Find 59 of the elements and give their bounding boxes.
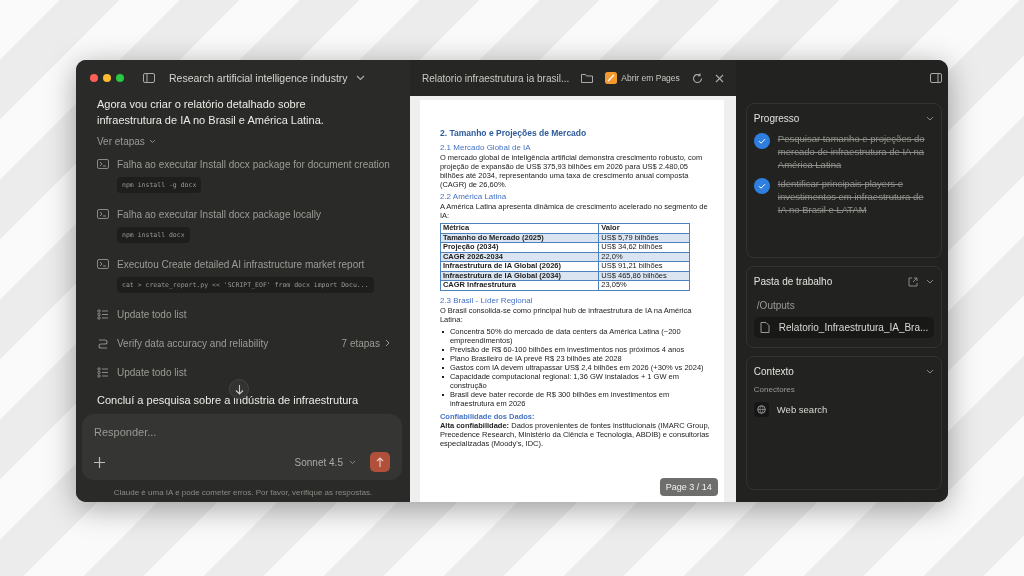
assistant-message: Agora vou criar o relatório detalhado sobre infraestrutura de IA no Brasil e América Latina. (97, 97, 325, 128)
reply-input-field[interactable]: Responder... (94, 426, 294, 438)
assistant-message: Concluí a pesquisa sobre a indústria de infraestrutura (97, 394, 360, 406)
section-heading: 2.2 América Latina (439, 192, 508, 201)
route-icon (97, 337, 109, 349)
conversation-title[interactable]: Research artificial intelligence industry (169, 72, 348, 84)
disclaimer-text: Claude é uma IA e pode cometer erros. Por favor, verifique as respostas. (112, 488, 374, 497)
chevron-down-icon (148, 139, 156, 144)
refresh-icon[interactable] (691, 72, 703, 84)
connectors-label: Conectores (753, 385, 796, 394)
arrow-up-icon (375, 457, 384, 467)
pencil-app-icon (605, 72, 618, 84)
step-label: Falha ao executar Install docx package for document creation (117, 158, 390, 170)
step-label: Verify data accuracy and reliability (117, 337, 269, 349)
section-heading: 2.1 Mercado Global de IA (439, 143, 532, 152)
chevron-down-icon[interactable] (926, 116, 935, 121)
card-title: Contexto (753, 366, 794, 377)
chevron-down-icon (348, 459, 356, 465)
card-title: Pasta de trabalho (753, 276, 833, 287)
document-icon (759, 322, 770, 333)
terminal-icon (97, 159, 109, 169)
close-window-button[interactable] (90, 74, 98, 82)
maximize-window-button[interactable] (116, 74, 124, 82)
add-icon[interactable] (94, 456, 105, 468)
sidebar-toggle-icon[interactable] (143, 73, 155, 83)
panel-toggle-icon[interactable] (930, 73, 943, 83)
folder-path: /Outputs (756, 300, 796, 311)
terminal-icon (97, 209, 109, 219)
minimize-window-button[interactable] (103, 74, 111, 82)
chevron-down-icon[interactable] (926, 279, 935, 284)
steps-count-link[interactable]: 7 etapas (341, 337, 390, 349)
terminal-icon (97, 259, 109, 269)
step-label: Falha ao executar Install docx package locally (117, 208, 321, 220)
task-label: Identificar principais players e investimentos em infraestrutura de IA no Brasil e LATAM (777, 177, 925, 216)
step-label: Update todo list (117, 308, 187, 320)
document-heading: 2. Tamanho e Projeções de Mercado (439, 128, 588, 138)
step-label: Executou Create detailed AI infrastructure market report (117, 258, 365, 270)
send-button[interactable] (369, 452, 390, 472)
task-label: Pesquisar tamanho e projeções do mercado de infraestrutura de IA na América Latina (777, 132, 926, 171)
globe-icon (753, 402, 769, 417)
page-indicator: Page 3 / 14 (659, 478, 718, 496)
chevron-right-icon (384, 339, 390, 347)
checklist-icon (97, 308, 109, 320)
arrow-down-icon (234, 383, 244, 395)
file-item[interactable]: Relatorio_Infraestrutura_IA_Bra... (753, 317, 935, 338)
connector-item[interactable]: Web search (753, 402, 828, 417)
section-heading: 2.3 Brasil - Líder Regional (439, 295, 534, 305)
open-in-pages-button[interactable]: Abrir em Pages (605, 72, 680, 84)
folder-icon[interactable] (581, 73, 594, 83)
show-steps-link[interactable]: Ver etapas (97, 136, 156, 147)
close-icon[interactable] (714, 73, 724, 83)
step-label: Update todo list (117, 366, 187, 378)
checklist-icon (97, 366, 109, 378)
model-selector[interactable]: Sonnet 4.5 (294, 456, 356, 468)
chevron-down-icon[interactable] (926, 369, 935, 374)
card-title: Progresso (753, 113, 800, 124)
chevron-down-icon[interactable] (355, 75, 365, 81)
external-link-icon[interactable] (908, 276, 919, 287)
document-title: Relatorio infraestrutura ia brasil... (421, 72, 570, 84)
